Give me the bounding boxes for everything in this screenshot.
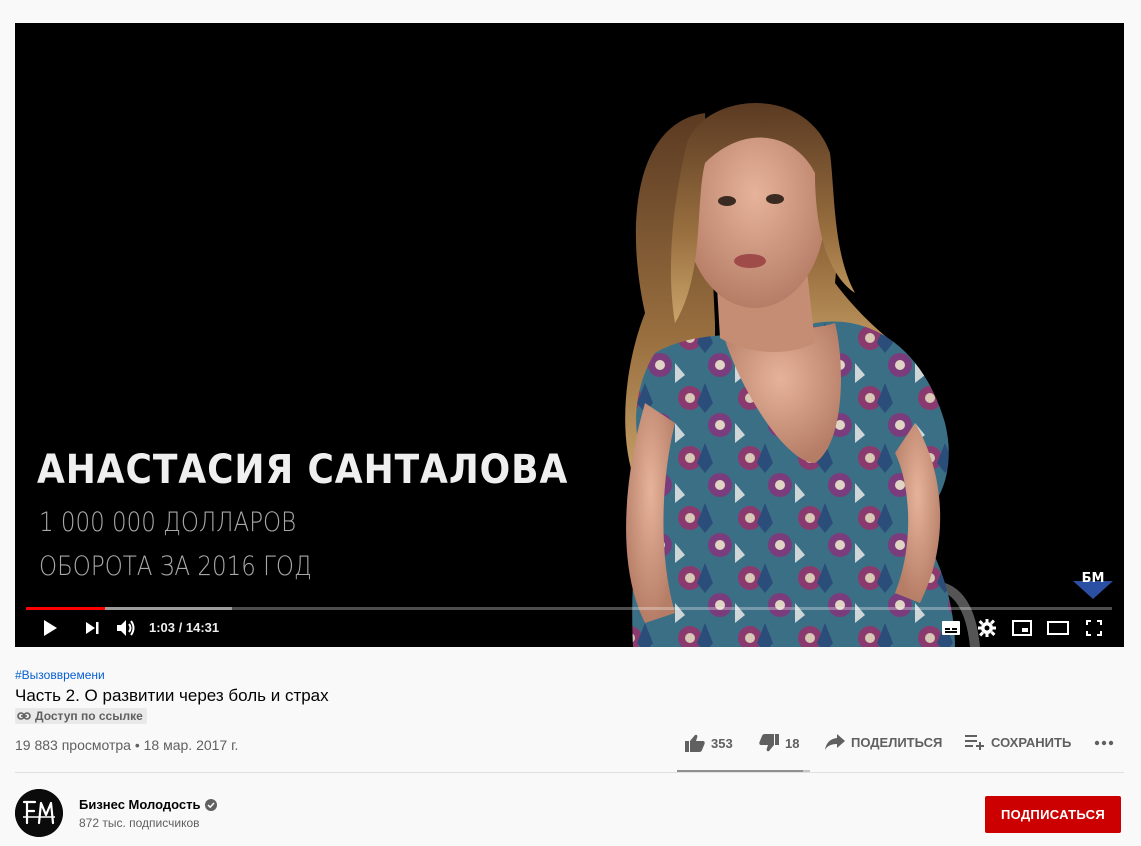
overlay-name-caption: АНАСТАСИЯ САНТАЛОВА [37, 447, 569, 493]
volume-icon [117, 620, 135, 636]
miniplayer-button[interactable] [1010, 613, 1034, 643]
fullscreen-button[interactable] [1082, 613, 1106, 643]
verified-badge-icon [205, 798, 218, 811]
share-button[interactable]: ПОДЕЛИТЬСЯ [825, 734, 942, 750]
thumbs-down-icon [759, 734, 779, 752]
volume-button[interactable] [113, 613, 139, 643]
video-player[interactable]: АНАСТАСИЯ САНТАЛОВА 1 000 000 ДОЛЛАРОВ О… [15, 23, 1124, 647]
channel-name-row[interactable]: Бизнес Молодость [79, 797, 218, 812]
fullscreen-icon [1086, 620, 1102, 636]
subtitles-icon [942, 621, 960, 635]
settings-button[interactable] [975, 613, 999, 643]
video-title: Часть 2. О развитии через боль и страх [15, 686, 329, 705]
watermark-text: БМ [1082, 571, 1105, 586]
subtitles-button[interactable] [939, 613, 963, 643]
channel-watermark[interactable]: БМ [1073, 571, 1113, 599]
dislike-button[interactable]: 18 [759, 734, 799, 752]
dislike-count: 18 [785, 735, 800, 751]
progress-played [26, 607, 106, 610]
access-label: Доступ по ссылке [35, 709, 143, 723]
save-button[interactable]: СОХРАНИТЬ [965, 734, 1071, 750]
subscriber-count: 872 тыс. подписчиков [79, 816, 200, 830]
more-actions-button[interactable] [1094, 740, 1114, 746]
share-icon [825, 734, 845, 750]
play-button[interactable] [37, 613, 63, 643]
theater-icon [1047, 621, 1069, 635]
playlist-add-icon [965, 735, 984, 750]
hashtag-link[interactable]: #Вызоввремени [15, 668, 105, 682]
theater-mode-button[interactable] [1046, 613, 1070, 643]
channel-avatar[interactable] [15, 789, 63, 837]
player-controls: 1:03 / 14:31 [15, 613, 1124, 643]
divider [15, 772, 1124, 773]
more-horizontal-icon [1094, 740, 1114, 746]
progress-bar[interactable] [26, 607, 1112, 610]
save-label: СОХРАНИТЬ [991, 734, 1072, 750]
next-icon [86, 622, 99, 634]
play-icon [44, 620, 57, 636]
miniplayer-icon [1012, 620, 1032, 636]
like-count: 353 [711, 735, 733, 751]
like-button[interactable]: 353 [685, 734, 733, 752]
share-label: ПОДЕЛИТЬСЯ [851, 734, 943, 750]
views-date: 19 883 просмотра • 18 мар. 2017 г. [15, 737, 239, 753]
settings-icon [978, 619, 996, 637]
channel-logo-icon [15, 789, 63, 837]
thumbs-up-icon [685, 734, 705, 752]
time-display: 1:03 / 14:31 [149, 620, 220, 635]
next-button[interactable] [79, 613, 105, 643]
access-badge: Доступ по ссылке [15, 708, 147, 724]
link-icon [17, 712, 31, 720]
channel-name[interactable]: Бизнес Молодость [79, 797, 200, 812]
subscribe-button[interactable]: ПОДПИСАТЬСЯ [985, 796, 1121, 833]
overlay-caption-line-1: 1 000 000 ДОЛЛАРОВ [39, 507, 297, 538]
overlay-caption-line-2: ОБОРОТА ЗА 2016 ГОД [39, 551, 312, 582]
